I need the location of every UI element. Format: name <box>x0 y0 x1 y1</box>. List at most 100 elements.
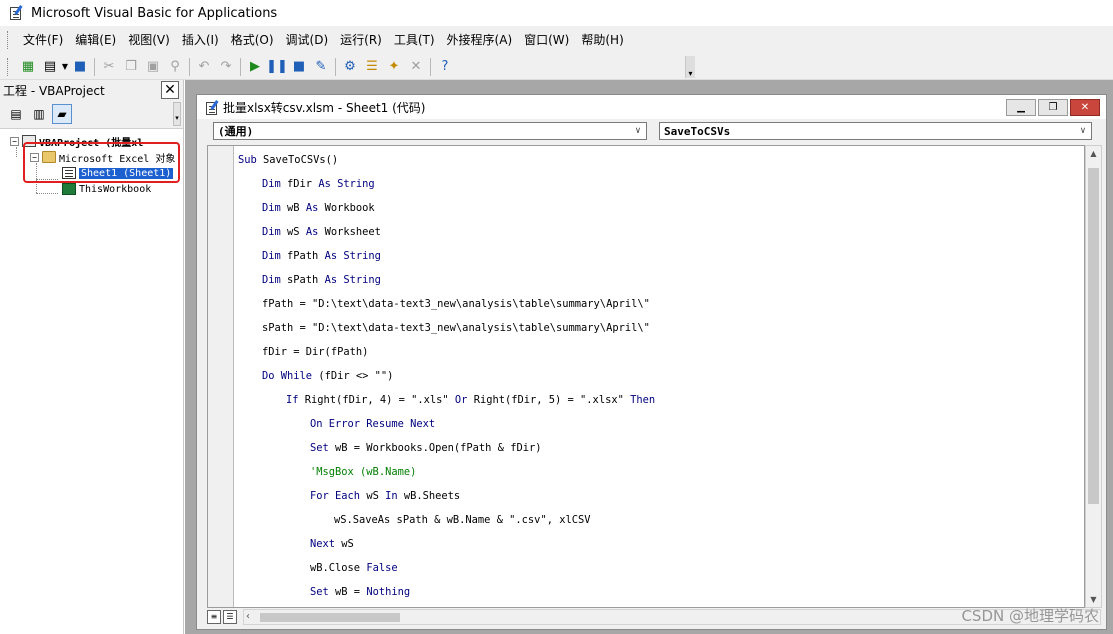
code-text: wB.Close <box>310 562 367 574</box>
toolbar-options-button[interactable]: ▾ <box>685 55 695 78</box>
vertical-scroll-thumb[interactable] <box>1088 168 1099 504</box>
code-keyword: Set <box>310 442 336 454</box>
view-code-icon[interactable]: ▤ <box>6 104 26 124</box>
menu-item[interactable]: 插入(I) <box>176 30 225 50</box>
menu-item[interactable]: 文件(F) <box>17 30 69 50</box>
code-editor[interactable]: Sub SaveToCSVs() Dim fDir As String Dim wB… <box>207 145 1085 608</box>
copy-icon[interactable]: ❐ <box>120 56 142 78</box>
save-icon[interactable]: ■ <box>69 56 91 78</box>
menu-item[interactable]: 帮助(H) <box>575 30 629 50</box>
code-line: wS.SaveAs sPath & wB.Name & ".csv", xlCS… <box>334 508 590 532</box>
code-text: sPath = "D:\text\data-text3_new\analysis… <box>262 322 650 334</box>
code-line: 'MsgBox (wB.Name) <box>310 460 416 484</box>
code-keyword: Dim <box>262 226 288 238</box>
title-bar: Microsoft Visual Basic for Applications <box>0 0 1113 26</box>
procedure-view-icon[interactable]: ≡ <box>207 610 221 624</box>
break-icon[interactable]: ❚❚ <box>266 56 288 78</box>
code-line: Dim fDir As String <box>262 172 375 196</box>
cut-icon[interactable]: ✂ <box>98 56 120 78</box>
toggle-folders-icon[interactable]: ▰ <box>52 104 72 124</box>
design-mode-icon[interactable]: ✎ <box>310 56 332 78</box>
object-dropdown[interactable]: (通用) ∨ <box>213 122 647 140</box>
object-dropdown-value: (通用) <box>218 125 254 138</box>
code-line: Dim sPath As String <box>262 268 381 292</box>
menu-item[interactable]: 编辑(E) <box>69 30 122 50</box>
code-keyword: Sub <box>238 154 264 166</box>
toolbar-separator <box>240 57 241 76</box>
window-controls: ▁ ❐ ✕ <box>1006 98 1100 116</box>
code-keyword: Or <box>454 394 474 406</box>
close-button[interactable]: ✕ <box>1070 98 1100 116</box>
toolbox-icon[interactable]: ✕ <box>405 56 427 78</box>
menu-item[interactable]: 调试(D) <box>280 30 335 50</box>
chevron-down-icon[interactable]: ∨ <box>1075 126 1091 136</box>
close-icon[interactable]: ✕ <box>161 81 179 99</box>
view-object-icon[interactable]: ▥ <box>29 104 49 124</box>
code-text: wB = Workbooks.Open(fPath & fDir) <box>335 442 542 454</box>
menu-item[interactable]: 视图(V) <box>122 30 176 50</box>
project-explorer-icon[interactable]: ⚙ <box>339 56 361 78</box>
undo-icon[interactable]: ↶ <box>193 56 215 78</box>
full-module-view-icon[interactable]: ☰ <box>223 610 237 624</box>
menu-bar: 文件(F) 编辑(E) 视图(V) 插入(I) 格式(O) 调试(D) 运行(R) 工具(T)… <box>0 26 1113 54</box>
toolbar-separator <box>94 57 95 76</box>
code-text: sPath <box>287 274 325 286</box>
code-text: Right(fDir, 5) = ".xlsx" <box>473 394 631 406</box>
minimize-button[interactable]: ▁ <box>1006 98 1036 116</box>
excel-view-icon[interactable]: ▦ <box>17 56 39 78</box>
code-keyword: For Each <box>310 490 367 502</box>
project-pane-scroll-button[interactable]: ▾ <box>173 102 181 126</box>
properties-icon[interactable]: ☰ <box>361 56 383 78</box>
standard-toolbar: ▦ ▤ ▼ ■ ✂ ❐ ▣ ⚲ ↶ ↷ ▶ ❚❚ ■ ✎ ⚙ ☰ ✦ ✕ ? ▾ <box>0 54 695 80</box>
scroll-up-icon[interactable]: ▲ <box>1086 146 1101 161</box>
code-text: Workbook <box>324 202 375 214</box>
code-keyword: In <box>385 490 404 502</box>
menu-item[interactable]: 运行(R) <box>334 30 388 50</box>
code-keyword: Dim <box>262 202 288 214</box>
collapse-icon[interactable]: − <box>10 136 19 146</box>
chevron-down-icon[interactable]: ∨ <box>630 126 646 136</box>
scroll-left-icon[interactable]: ‹ <box>246 610 250 624</box>
code-text: Right(fDir, 4) = ".xls" <box>304 394 455 406</box>
redo-icon[interactable]: ↷ <box>215 56 237 78</box>
code-margin-bar[interactable] <box>208 146 234 607</box>
maximize-button[interactable]: ❐ <box>1038 98 1068 116</box>
highlight-annotation-box <box>23 142 180 183</box>
insert-module-icon[interactable]: ▤ <box>39 56 61 78</box>
menu-item[interactable]: 工具(T) <box>388 30 441 50</box>
code-keyword: Set <box>310 586 336 598</box>
project-explorer-pane: 工程 - VBAProject ✕ ▤ ▥ ▰ ▾ − VBAProject (… <box>0 80 184 634</box>
code-line: fPath = "D:\text\data-text3_new\analysis… <box>262 292 650 316</box>
menu-item[interactable]: 外接程序(A) <box>441 30 519 50</box>
run-icon[interactable]: ▶ <box>244 56 266 78</box>
code-line: Dim fPath As String <box>262 244 381 268</box>
code-line: Set wB = Workbooks.Open(fPath & fDir) <box>310 436 541 460</box>
paste-icon[interactable]: ▣ <box>142 56 164 78</box>
code-line: Dim wS As Worksheet <box>262 220 381 244</box>
chevron-down-icon[interactable]: ▼ <box>61 56 69 78</box>
help-icon[interactable]: ? <box>434 56 456 78</box>
watermark: CSDN @地理学码农 <box>961 607 1099 625</box>
vertical-scrollbar[interactable]: ▲ ▼ <box>1085 145 1102 608</box>
code-text: wS <box>341 538 354 550</box>
tree-item-thisworkbook[interactable]: ThisWorkbook <box>62 181 151 197</box>
toolbar-empty-area <box>695 54 1113 80</box>
object-browser-icon[interactable]: ✦ <box>383 56 405 78</box>
menu-item[interactable]: 格式(O) <box>225 30 280 50</box>
menu-item[interactable]: 窗口(W) <box>518 30 575 50</box>
horizontal-scroll-thumb[interactable] <box>260 613 400 622</box>
menu-grip[interactable] <box>7 31 11 49</box>
tree-item-label: ThisWorkbook <box>79 183 152 195</box>
find-icon[interactable]: ⚲ <box>164 56 186 78</box>
procedure-dropdown[interactable]: SaveToCSVs ∨ <box>659 122 1092 140</box>
code-keyword: As <box>305 226 325 238</box>
project-tree: − VBAProject (批量xl − Microsoft Excel 对象 … <box>0 128 183 634</box>
code-line: Next wS <box>310 532 354 556</box>
code-keyword: False <box>366 562 398 574</box>
toolbar-grip[interactable] <box>7 57 11 76</box>
vba-app-icon <box>9 5 25 21</box>
code-window-titlebar[interactable]: 批量xlsx转csv.xlsm - Sheet1 (代码) ▁ ❐ ✕ <box>197 95 1106 119</box>
code-line: Sub SaveToCSVs() <box>238 148 338 172</box>
code-keyword: Do While <box>262 370 319 382</box>
reset-icon[interactable]: ■ <box>288 56 310 78</box>
